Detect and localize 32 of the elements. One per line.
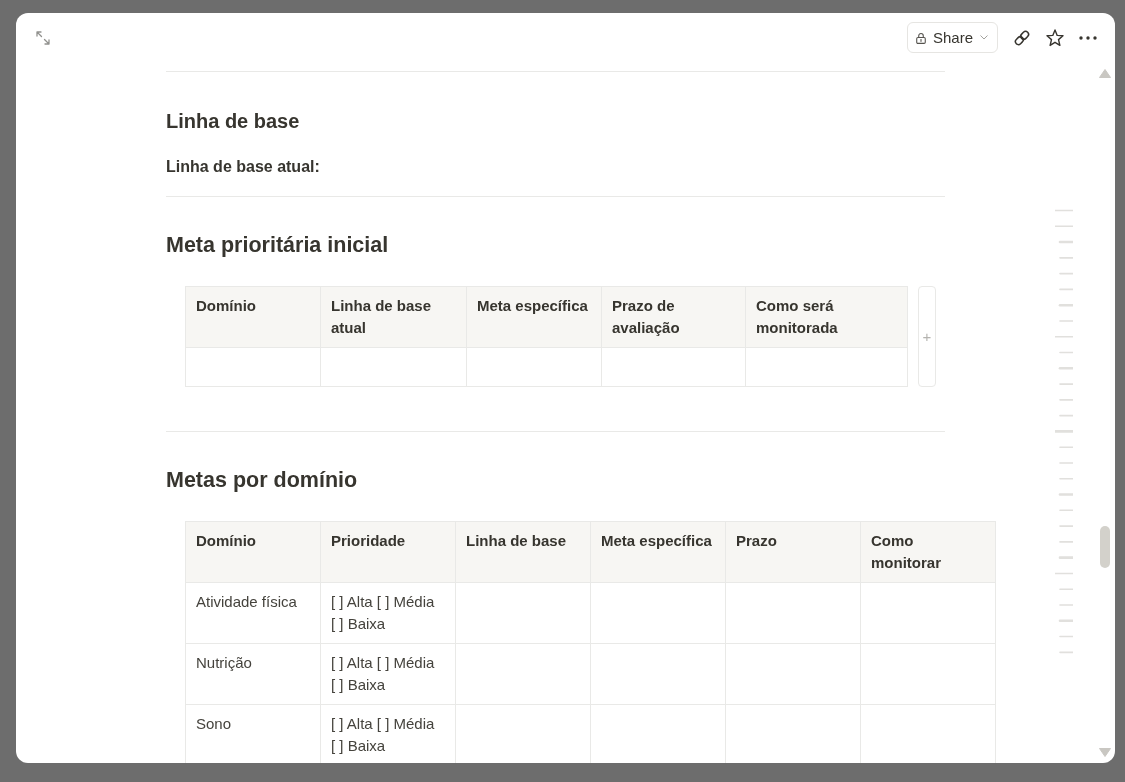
column-header: Prazo de avaliação <box>602 287 746 348</box>
section-heading: Linha de base <box>166 109 301 134</box>
table-cell: [ ] Alta [ ] Média [ ] Baixa <box>321 644 456 705</box>
more-icon[interactable] <box>1079 36 1097 40</box>
column-header: Meta específica <box>591 522 726 583</box>
column-header: Prazo <box>726 522 861 583</box>
section-heading: Metas por domínio <box>166 467 359 494</box>
column-header: Meta específica <box>467 287 602 348</box>
outline-markers[interactable] <box>1055 209 1073 655</box>
table-cell: Atividade física <box>186 583 321 644</box>
column-header: Linha de base atual <box>321 287 467 348</box>
share-button[interactable]: Share <box>906 22 998 53</box>
column-header: Como será monitorada <box>746 287 908 348</box>
bold-label: Linha de base atual: <box>166 157 321 177</box>
section-heading: Meta prioritária inicial <box>166 232 390 259</box>
column-header: Prioridade <box>321 522 456 583</box>
expand-icon[interactable] <box>36 31 50 45</box>
table-cell: [ ] Alta [ ] Média [ ] Baixa <box>321 583 456 644</box>
column-header: Domínio <box>186 287 321 348</box>
scroll-up-icon[interactable] <box>1099 69 1111 78</box>
chevron-down-icon <box>980 35 988 40</box>
column-header: Como monitorar <box>861 522 996 583</box>
scrollbar-thumb[interactable] <box>1100 526 1110 568</box>
table-cell: [ ] Alta [ ] Média [ ] Baixa <box>321 705 456 763</box>
column-header: Linha de base <box>456 522 591 583</box>
scroll-down-icon[interactable] <box>1099 748 1111 757</box>
lock-icon <box>915 31 926 44</box>
table-cell: Sono <box>186 705 321 763</box>
link-icon[interactable] <box>1013 29 1031 47</box>
table-cell: Nutrição <box>186 644 321 705</box>
star-icon[interactable] <box>1046 29 1064 47</box>
column-header: Domínio <box>186 522 321 583</box>
